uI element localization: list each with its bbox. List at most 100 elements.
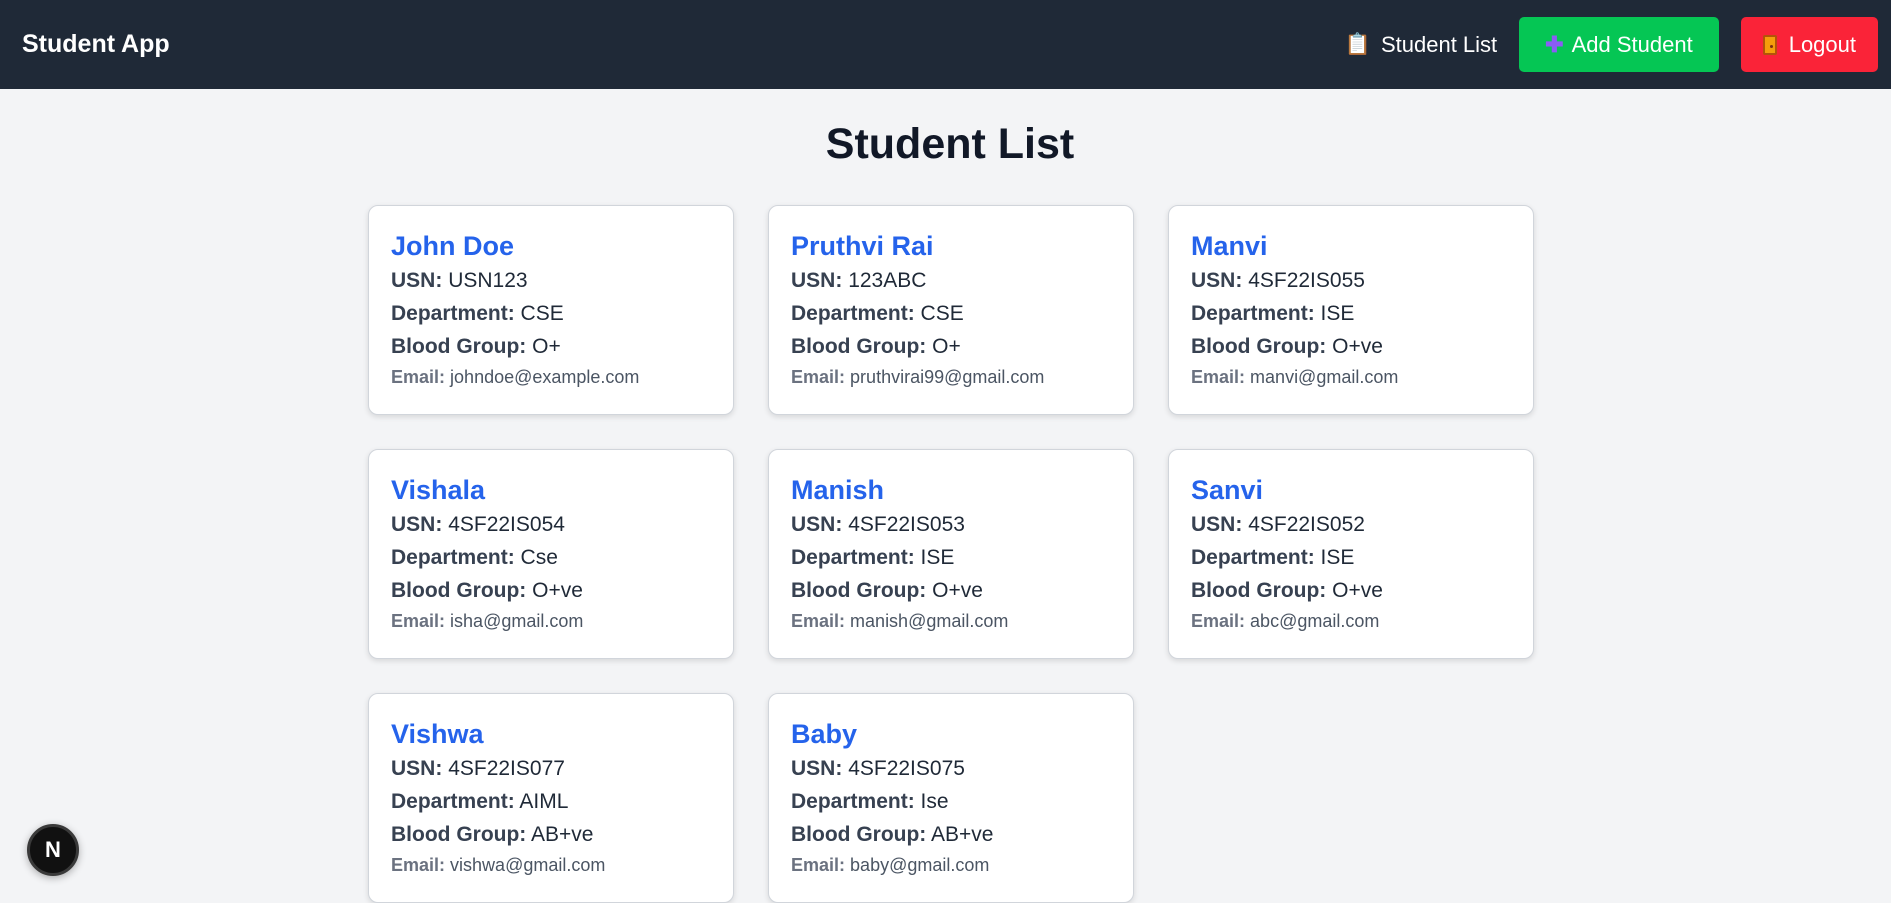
- student-department-label: Department:: [1191, 546, 1315, 569]
- student-usn: USN123: [448, 269, 528, 292]
- nextjs-dev-badge[interactable]: N: [27, 824, 79, 876]
- student-department-label: Department:: [1191, 302, 1315, 325]
- student-email-row: Email: manvi@gmail.com: [1191, 363, 1511, 391]
- student-name: Vishwa: [391, 719, 484, 749]
- student-blood-group-row: Blood Group: AB+ve: [791, 818, 1111, 851]
- student-usn-row: USN: 4SF22IS077: [391, 752, 711, 785]
- student-name: Vishala: [391, 475, 486, 505]
- student-email: johndoe@example.com: [450, 367, 640, 387]
- add-student-button[interactable]: ✚ Add Student: [1519, 17, 1719, 72]
- student-usn: 123ABC: [848, 269, 927, 292]
- student-name: Baby: [791, 719, 858, 749]
- student-department-row: Department: CSE: [791, 297, 1111, 330]
- student-usn-row: USN: 4SF22IS075: [791, 752, 1111, 785]
- student-usn-label: USN:: [791, 269, 843, 292]
- student-blood-group-label: Blood Group:: [791, 579, 927, 602]
- student-email-row: Email: isha@gmail.com: [391, 607, 711, 635]
- student-email-label: Email:: [391, 367, 446, 387]
- student-email-label: Email:: [791, 611, 846, 631]
- student-usn-row: USN: 4SF22IS052: [1191, 508, 1511, 541]
- student-usn-row: USN: 4SF22IS053: [791, 508, 1111, 541]
- student-blood-group: O+ve: [532, 579, 583, 602]
- student-usn-label: USN:: [1191, 269, 1243, 292]
- student-usn-label: USN:: [1191, 513, 1243, 536]
- student-department-label: Department:: [791, 790, 915, 813]
- student-blood-group-label: Blood Group:: [391, 823, 527, 846]
- student-department: ISE: [920, 546, 955, 569]
- student-blood-group-label: Blood Group:: [391, 579, 527, 602]
- student-blood-group: O+ve: [1332, 579, 1383, 602]
- student-department-label: Department:: [391, 790, 515, 813]
- student-blood-group: AB+ve: [531, 823, 594, 846]
- student-blood-group-label: Blood Group:: [1191, 579, 1327, 602]
- student-email: abc@gmail.com: [1250, 611, 1380, 631]
- student-name: John Doe: [391, 231, 515, 261]
- student-blood-group-label: Blood Group:: [391, 335, 527, 358]
- student-usn-label: USN:: [791, 757, 843, 780]
- student-card: Manish USN: 4SF22IS053 Department: ISE Bloo…: [768, 449, 1134, 659]
- nav-student-list-link[interactable]: 📋 Student List: [1345, 32, 1497, 58]
- student-department-row: Department: ISE: [791, 541, 1111, 574]
- student-department-label: Department:: [791, 302, 915, 325]
- navbar: Student App 📋 Student List ✚ Add Student…: [0, 0, 1891, 89]
- student-email: baby@gmail.com: [850, 855, 990, 875]
- student-department: ISE: [1320, 546, 1355, 569]
- student-card: Manvi USN: 4SF22IS055 Department: ISE Blood…: [1168, 205, 1534, 415]
- student-name: Manish: [791, 475, 885, 505]
- logout-button[interactable]: Logout: [1740, 17, 1878, 72]
- student-email-label: Email:: [1191, 367, 1246, 387]
- student-email-row: Email: pruthvirai99@gmail.com: [791, 363, 1111, 391]
- student-email-row: Email: johndoe@example.com: [391, 363, 711, 391]
- student-email-label: Email:: [791, 855, 846, 875]
- student-usn-label: USN:: [391, 513, 443, 536]
- student-email-row: Email: baby@gmail.com: [791, 851, 1111, 879]
- student-blood-group-label: Blood Group:: [791, 335, 927, 358]
- student-blood-group-row: Blood Group: O+ve: [391, 574, 711, 607]
- student-blood-group: O+: [932, 335, 961, 358]
- logout-label: Logout: [1788, 31, 1856, 57]
- student-card: John Doe USN: USN123 Department: CSE Blood …: [368, 205, 734, 415]
- student-blood-group-row: Blood Group: AB+ve: [391, 818, 711, 851]
- student-blood-group-row: Blood Group: O+ve: [1191, 574, 1511, 607]
- student-email: vishwa@gmail.com: [450, 855, 606, 875]
- student-department: CSE: [920, 302, 964, 325]
- student-blood-group: AB+ve: [931, 823, 994, 846]
- student-card: Vishwa USN: 4SF22IS077 Department: AIML Blo…: [368, 693, 734, 903]
- clipboard-icon: 📋: [1344, 32, 1371, 56]
- student-card: Pruthvi Rai USN: 123ABC Department: CSE Blo…: [768, 205, 1134, 415]
- student-email-row: Email: abc@gmail.com: [1191, 607, 1511, 635]
- student-card: Sanvi USN: 4SF22IS052 Department: ISE Blood…: [1168, 449, 1534, 659]
- student-email: manish@gmail.com: [850, 611, 1009, 631]
- student-blood-group-label: Blood Group:: [1191, 335, 1327, 358]
- student-email-row: Email: manish@gmail.com: [791, 607, 1111, 635]
- student-card: Baby USN: 4SF22IS075 Department: Ise Blood …: [768, 693, 1134, 903]
- student-email-row: Email: vishwa@gmail.com: [391, 851, 711, 879]
- student-name: Manvi: [1191, 231, 1268, 261]
- student-usn-label: USN:: [391, 757, 443, 780]
- student-usn-row: USN: USN123: [391, 264, 711, 297]
- student-blood-group-row: Blood Group: O+: [791, 330, 1111, 363]
- student-email: manvi@gmail.com: [1250, 367, 1399, 387]
- nextjs-icon: N: [45, 837, 61, 862]
- student-department-row: Department: ISE: [1191, 297, 1511, 330]
- student-usn-label: USN:: [391, 269, 443, 292]
- student-department: AIML: [519, 790, 569, 813]
- student-usn: 4SF22IS052: [1248, 513, 1365, 536]
- student-name: Pruthvi Rai: [791, 231, 934, 261]
- student-department-label: Department:: [791, 546, 915, 569]
- door-icon: [1762, 34, 1777, 55]
- page-title: Student List: [825, 120, 1075, 168]
- student-usn: 4SF22IS053: [848, 513, 965, 536]
- student-email: isha@gmail.com: [450, 611, 584, 631]
- student-grid: John Doe USN: USN123 Department: CSE Blood …: [368, 205, 1534, 903]
- nav-actions: 📋 Student List ✚ Add Student Logout: [1345, 17, 1878, 72]
- student-department-row: Department: CSE: [391, 297, 711, 330]
- student-blood-group: O+: [532, 335, 561, 358]
- student-department-row: Department: AIML: [391, 785, 711, 818]
- student-usn-row: USN: 4SF22IS055: [1191, 264, 1511, 297]
- student-blood-group-row: Blood Group: O+: [391, 330, 711, 363]
- brand-title[interactable]: Student App: [22, 30, 170, 59]
- student-usn: 4SF22IS075: [848, 757, 965, 780]
- student-blood-group: O+ve: [1332, 335, 1383, 358]
- student-blood-group: O+ve: [932, 579, 983, 602]
